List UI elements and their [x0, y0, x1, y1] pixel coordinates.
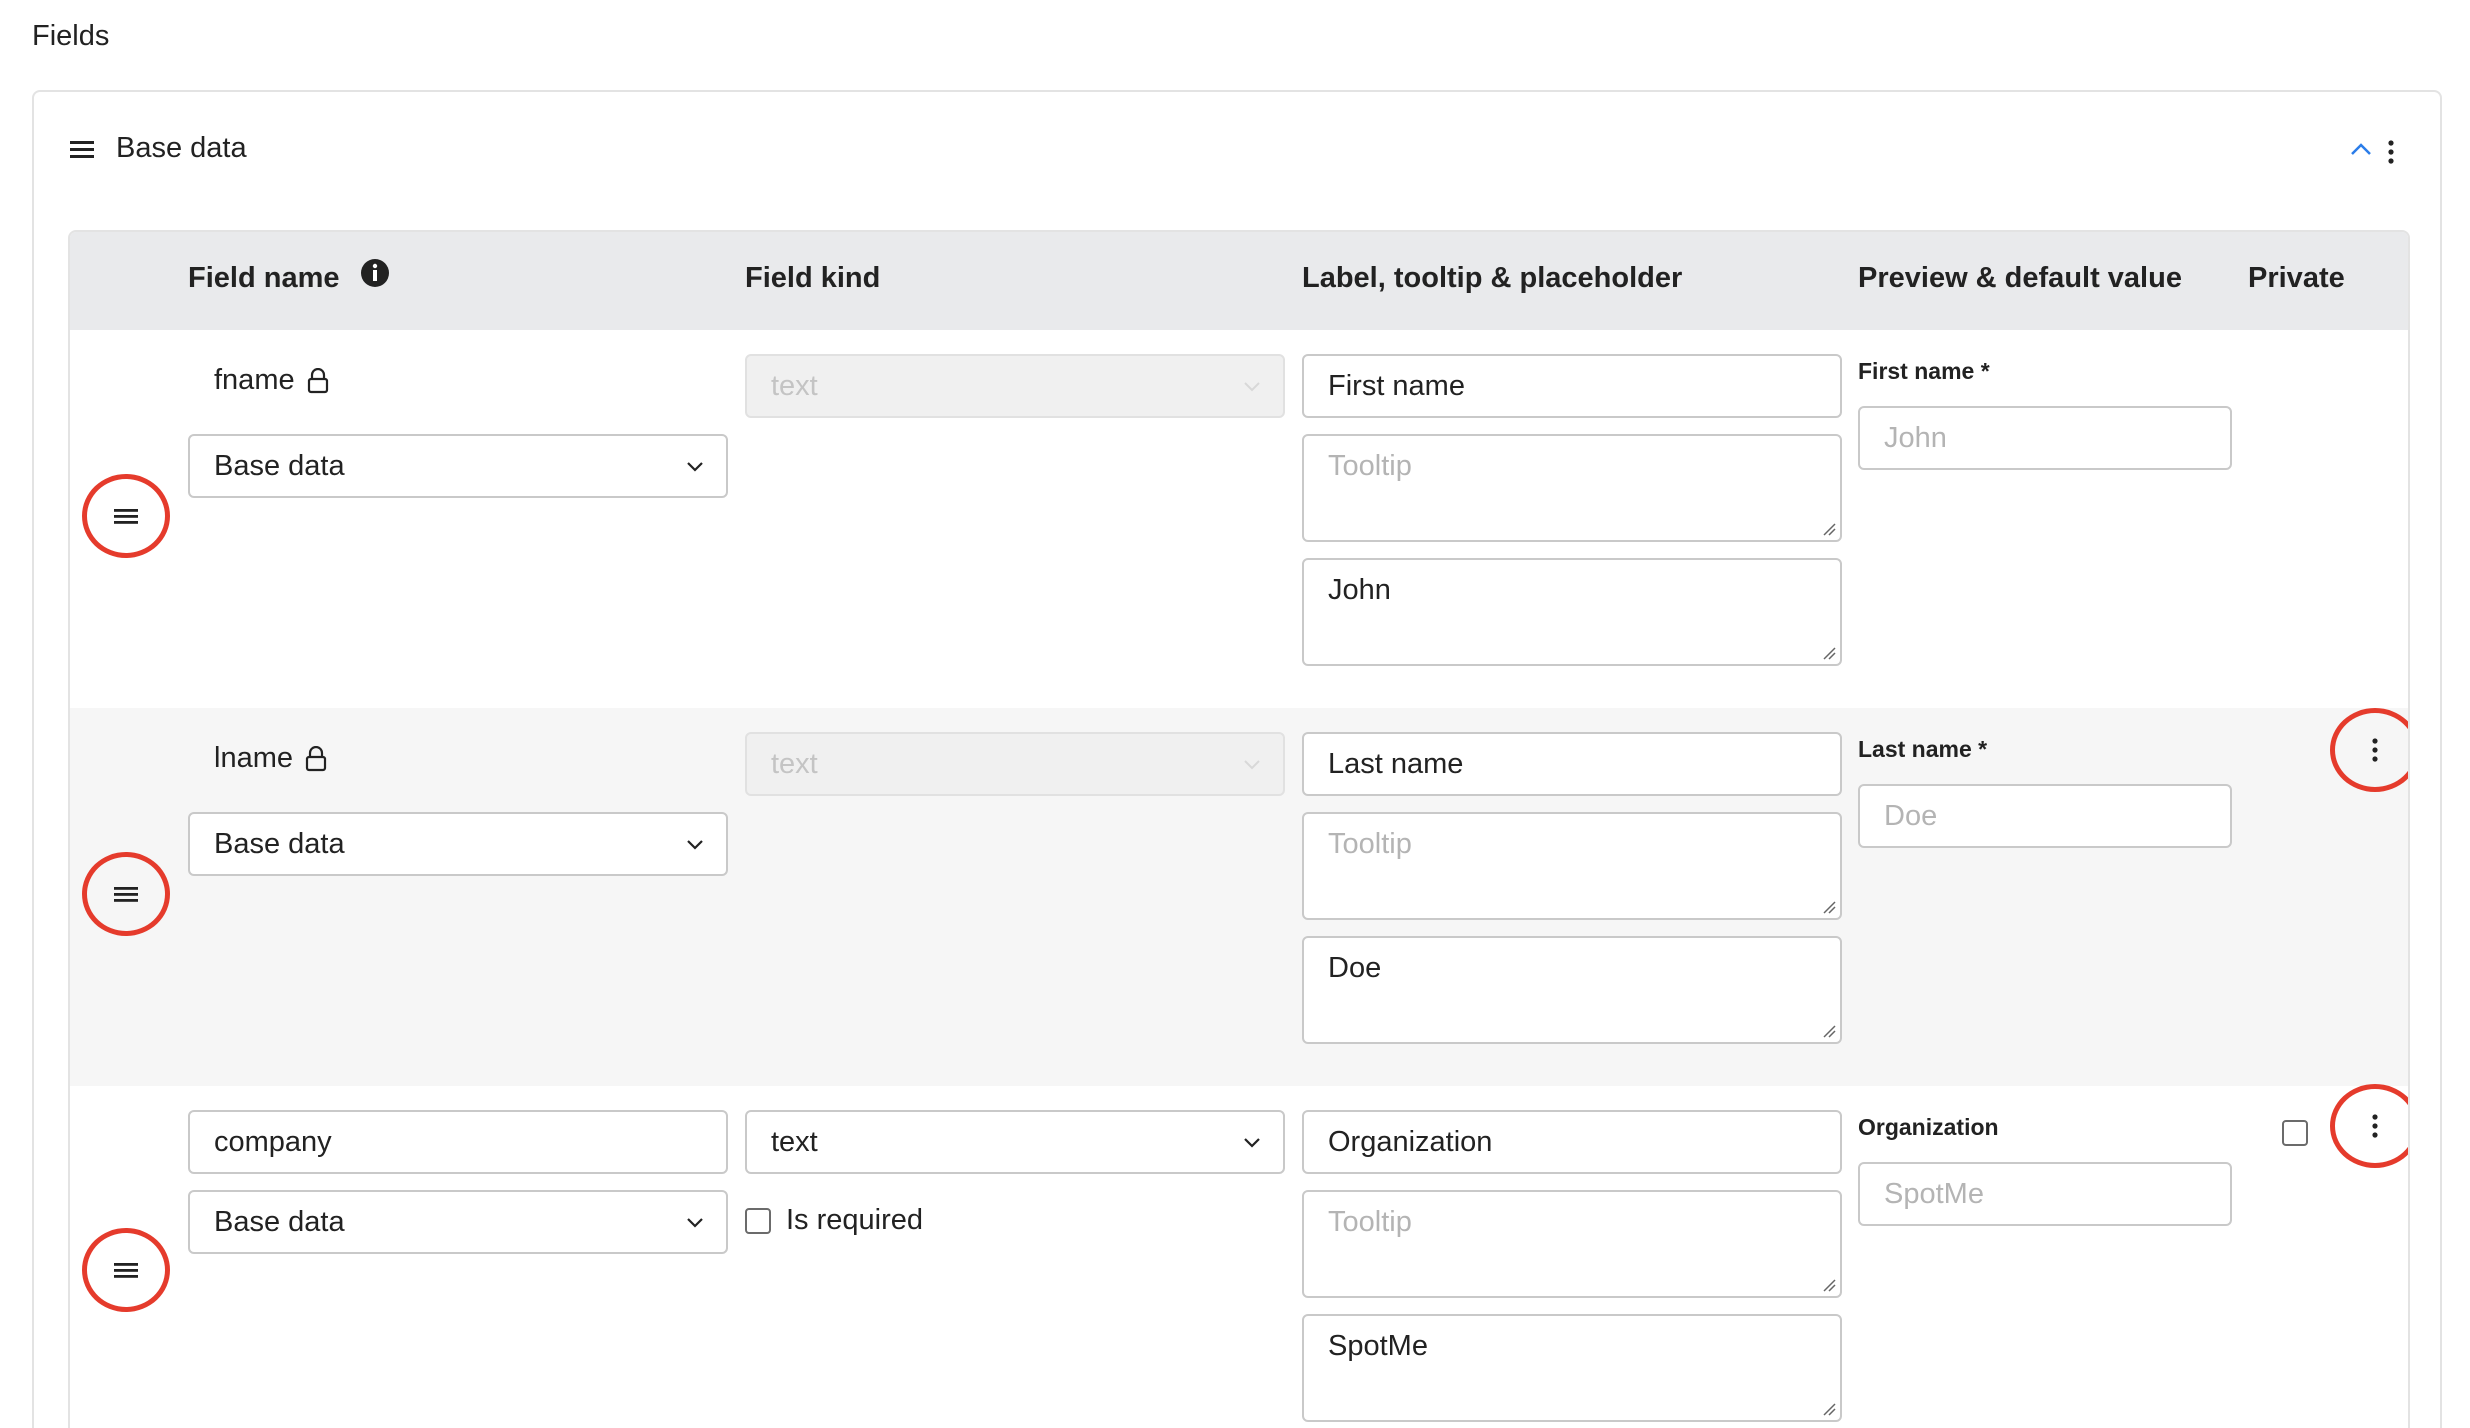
label-input[interactable]: First name — [1302, 354, 1842, 418]
tooltip-textarea[interactable]: Tooltip — [1302, 434, 1842, 542]
resize-grip-icon[interactable] — [1822, 900, 1836, 914]
page-title: Fields — [32, 20, 110, 52]
field-kind-select[interactable]: text — [745, 354, 1285, 418]
drag-handle[interactable] — [82, 852, 170, 936]
hamburger-icon — [114, 509, 138, 524]
field-name-label: lname — [214, 742, 293, 774]
chevron-down-icon — [687, 840, 703, 850]
lock-icon — [307, 367, 328, 393]
field-kind-select[interactable]: text — [745, 1110, 1285, 1174]
group-select-value: Base data — [214, 449, 345, 482]
tooltip-textarea[interactable]: Tooltip — [1302, 1190, 1842, 1298]
field-kind-value: text — [771, 1125, 818, 1158]
preview-input[interactable]: John — [1858, 406, 2232, 470]
preview-label: Organization — [1858, 1114, 1999, 1140]
chevron-down-icon — [1244, 382, 1260, 392]
preview-input[interactable]: SpotMe — [1858, 1162, 2232, 1226]
drag-handle[interactable] — [82, 474, 170, 558]
resize-grip-icon[interactable] — [1822, 1402, 1836, 1416]
chevron-down-icon — [1244, 760, 1260, 770]
tooltip-placeholder: Tooltip — [1328, 828, 1412, 860]
label-input-value: First name — [1328, 369, 1465, 402]
resize-grip-icon[interactable] — [1822, 522, 1836, 536]
info-icon[interactable] — [360, 258, 390, 288]
column-header-label: Label, tooltip & placeholder — [1302, 262, 1683, 294]
chevron-down-icon — [687, 462, 703, 472]
table-row: company Base data text Is required Organ… — [70, 1084, 2408, 1428]
placeholder-value: Doe — [1328, 952, 1382, 984]
is-required-label: Is required — [786, 1204, 924, 1236]
field-name-input[interactable]: company — [188, 1110, 728, 1174]
group-select[interactable]: Base data — [188, 812, 728, 876]
table-header: Field name Field kind Label, tooltip & p… — [70, 232, 2408, 330]
column-header-private: Private — [2248, 262, 2345, 294]
tooltip-placeholder: Tooltip — [1328, 450, 1412, 482]
group-select[interactable]: Base data — [188, 434, 728, 498]
field-kind-select[interactable]: text — [745, 732, 1285, 796]
section-card: Base data Field name Field kind Label, t… — [32, 90, 2442, 1428]
label-input-value: Organization — [1328, 1125, 1493, 1158]
chevron-down-icon — [687, 1218, 703, 1228]
chevron-up-icon[interactable] — [2350, 142, 2372, 156]
preview-placeholder: John — [1884, 421, 1947, 454]
group-select-value: Base data — [214, 827, 345, 860]
hamburger-icon — [114, 887, 138, 902]
column-header-preview: Preview & default value — [1858, 262, 2182, 294]
tooltip-textarea[interactable]: Tooltip — [1302, 812, 1842, 920]
chevron-down-icon — [1244, 1138, 1260, 1148]
lock-icon — [305, 745, 327, 771]
resize-grip-icon[interactable] — [1822, 646, 1836, 660]
hamburger-icon[interactable] — [70, 139, 94, 159]
field-name: lname — [214, 742, 327, 775]
fields-table: Field name Field kind Label, tooltip & p… — [68, 230, 2410, 1428]
column-header-field-kind: Field kind — [745, 262, 881, 294]
tooltip-placeholder: Tooltip — [1328, 1206, 1412, 1238]
row-menu-button[interactable] — [2330, 1084, 2408, 1168]
preview-label: First name * — [1858, 358, 1990, 384]
field-name: fname — [214, 364, 329, 397]
field-kind-value: text — [771, 369, 818, 402]
field-kind-value: text — [771, 747, 818, 780]
private-checkbox[interactable] — [2282, 1120, 2308, 1146]
kebab-icon — [2372, 738, 2378, 762]
placeholder-value: John — [1328, 574, 1391, 606]
kebab-icon[interactable] — [2388, 140, 2394, 164]
placeholder-textarea[interactable]: Doe — [1302, 936, 1842, 1044]
hamburger-icon — [114, 1263, 138, 1278]
group-select-value: Base data — [214, 1205, 345, 1238]
section-title: Base data — [116, 132, 247, 164]
table-row: fname Base data text First name Tooltip — [70, 330, 2408, 708]
placeholder-value: SpotMe — [1328, 1330, 1428, 1362]
placeholder-textarea[interactable]: John — [1302, 558, 1842, 666]
preview-label: Last name * — [1858, 736, 1988, 762]
field-name-label: fname — [214, 364, 295, 396]
group-select[interactable]: Base data — [188, 1190, 728, 1254]
label-input[interactable]: Last name — [1302, 732, 1842, 796]
preview-placeholder: SpotMe — [1884, 1177, 1984, 1210]
drag-handle[interactable] — [82, 1228, 170, 1312]
is-required-checkbox[interactable] — [745, 1208, 771, 1234]
resize-grip-icon[interactable] — [1822, 1278, 1836, 1292]
preview-input[interactable]: Doe — [1858, 784, 2232, 848]
label-input-value: Last name — [1328, 747, 1464, 780]
section-header: Base data — [34, 92, 2440, 212]
row-menu-button[interactable] — [2330, 708, 2408, 792]
column-header-field-name: Field name — [188, 262, 340, 294]
resize-grip-icon[interactable] — [1822, 1024, 1836, 1038]
placeholder-textarea[interactable]: SpotMe — [1302, 1314, 1842, 1422]
kebab-icon — [2372, 1114, 2378, 1138]
field-name-value: company — [214, 1125, 332, 1158]
table-row: lname Base data text Last name Tooltip D… — [70, 708, 2408, 1086]
label-input[interactable]: Organization — [1302, 1110, 1842, 1174]
preview-placeholder: Doe — [1884, 799, 1938, 832]
